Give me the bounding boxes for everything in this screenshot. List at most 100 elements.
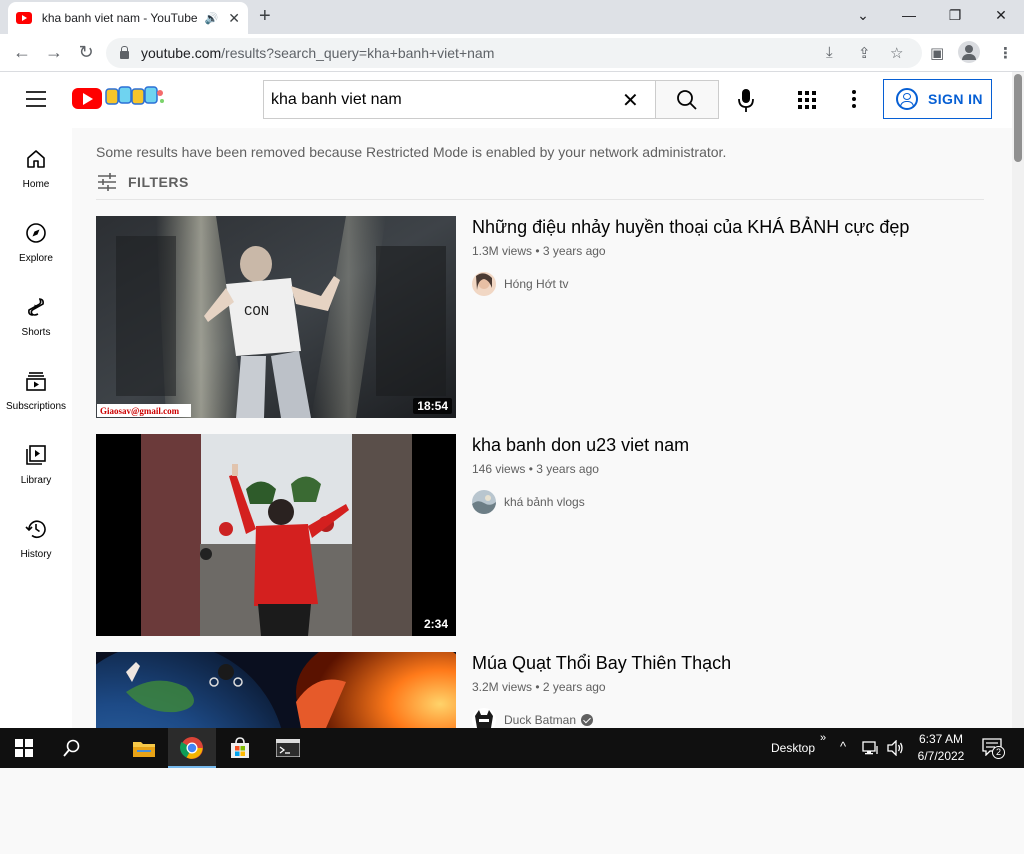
video-thumbnail[interactable]: 2:34: [96, 434, 456, 636]
subscriptions-icon: [26, 372, 46, 391]
action-center-button[interactable]: 2: [982, 738, 1005, 759]
file-explorer-button[interactable]: [120, 728, 168, 768]
video-duration: 2:34: [419, 616, 452, 632]
terminal-taskbar-button[interactable]: [264, 728, 312, 768]
video-title[interactable]: Múa Quạt Thổi Bay Thiên Thạch: [472, 653, 731, 674]
scrollbar-thumb[interactable]: [1014, 74, 1022, 162]
microsoft-store-icon: [231, 737, 249, 758]
bookmark-star-icon[interactable]: ☆: [890, 44, 903, 62]
clock-date: 6/7/2022: [917, 749, 965, 763]
guide-item-label: Subscriptions: [5, 401, 67, 412]
terminal-icon: [276, 739, 300, 757]
close-window-button[interactable]: ✕: [978, 4, 1024, 26]
filters-button[interactable]: FILTERS: [96, 172, 189, 192]
taskbar-search-button[interactable]: [48, 728, 96, 768]
video-title[interactable]: kha banh don u23 viet nam: [472, 435, 689, 456]
account-icon: [896, 88, 918, 110]
browser-tab-bar: kha banh viet nam - YouTube 🔊 ✕ + ⌄ — ❐ …: [0, 0, 1024, 34]
chrome-taskbar-button[interactable]: [168, 728, 216, 768]
video-meta: 3.2M views • 2 years ago: [472, 680, 606, 694]
channel-name[interactable]: khá bảnh vlogs: [504, 495, 585, 509]
microphone-icon[interactable]: [736, 88, 756, 114]
channel-name[interactable]: Duck Batman: [504, 713, 576, 727]
lock-icon: [120, 46, 129, 59]
new-tab-button[interactable]: +: [259, 5, 271, 28]
video-meta: 1.3M views • 3 years ago: [472, 244, 606, 258]
guide-item-label: Explore: [19, 253, 53, 264]
apps-grid-icon[interactable]: [798, 91, 816, 109]
toolbar-expand-icon[interactable]: »: [820, 732, 826, 744]
search-button[interactable]: [655, 80, 719, 119]
guide-sidebar: Home Explore Shorts Subscriptions Librar…: [0, 128, 72, 728]
forward-icon[interactable]: →: [42, 42, 66, 63]
guide-item-explore[interactable]: Explore: [0, 202, 72, 276]
desktop-toolbar-label[interactable]: Desktop: [771, 741, 815, 755]
thumbnail-image: [96, 652, 456, 728]
install-icon[interactable]: ⤓: [826, 44, 833, 61]
guide-item-history[interactable]: History: [0, 498, 72, 572]
history-icon: [25, 520, 46, 539]
guide-item-label: Shorts: [21, 327, 51, 338]
channel-avatar[interactable]: [472, 490, 496, 514]
video-thumbnail[interactable]: CON Giaosav@gmail.com 18:54: [96, 216, 456, 418]
hamburger-menu-icon[interactable]: [26, 91, 46, 107]
profile-avatar[interactable]: [958, 41, 980, 63]
thumbnail-image: [96, 434, 456, 636]
youtube-doodle-logo[interactable]: [104, 84, 166, 110]
minimize-button[interactable]: —: [886, 4, 932, 26]
back-icon[interactable]: ←: [10, 42, 34, 63]
chrome-menu-icon[interactable]: ⋮: [998, 44, 1013, 62]
video-title[interactable]: Những điệu nhảy huyền thoại của KHÁ BẢNH…: [472, 217, 909, 238]
tab-title: kha banh viet nam - YouTube: [41, 11, 198, 25]
guide-item-shorts[interactable]: Shorts: [0, 276, 72, 350]
tab-close-icon[interactable]: ✕: [228, 10, 240, 27]
settings-more-icon[interactable]: [852, 90, 856, 111]
guide-item-label: Home: [22, 179, 50, 190]
guide-item-library[interactable]: Library: [0, 424, 72, 498]
browser-toolbar: ← → ↻ youtube.com/results?search_query=k…: [0, 34, 1024, 72]
verified-badge-icon: [581, 714, 594, 726]
search-input[interactable]: kha banh viet nam: [263, 80, 656, 119]
shorts-icon: [28, 298, 44, 316]
guide-item-home[interactable]: Home: [0, 128, 72, 202]
youtube-logo-icon[interactable]: [72, 88, 102, 109]
windows-taskbar: Desktop » ^ 6:37 AM 6/7/2022 2: [0, 728, 1024, 768]
store-taskbar-button[interactable]: [216, 728, 264, 768]
guide-item-label: Library: [20, 475, 52, 486]
clear-search-icon[interactable]: ✕: [622, 88, 639, 113]
thumbnail-watermark: Giaosav@gmail.com: [100, 406, 180, 416]
channel-name[interactable]: Hóng Hớt tv: [504, 277, 569, 291]
url-path: /results?search_query=kha+banh+viet+nam: [221, 45, 495, 61]
folder-icon: [133, 742, 155, 757]
video-result[interactable]: CON Giaosav@gmail.com 18:54 Những điệu n…: [96, 216, 984, 418]
channel-info[interactable]: khá bảnh vlogs: [472, 490, 585, 514]
video-thumbnail[interactable]: [96, 652, 456, 728]
network-icon[interactable]: [862, 740, 880, 756]
channel-avatar[interactable]: [472, 272, 496, 296]
url-host: youtube.com: [141, 45, 222, 61]
start-button[interactable]: [0, 728, 48, 768]
share-icon[interactable]: ⇪: [858, 44, 871, 62]
sign-in-label: SIGN IN: [928, 91, 983, 107]
clock[interactable]: 6:37 AM 6/7/2022: [916, 732, 966, 763]
thumbnail-image: CON Giaosav@gmail.com: [96, 216, 456, 418]
show-hidden-icons-icon[interactable]: ^: [840, 739, 846, 754]
guide-item-subscriptions[interactable]: Subscriptions: [0, 350, 72, 424]
search-icon: [677, 90, 697, 110]
browser-tab[interactable]: kha banh viet nam - YouTube 🔊 ✕: [8, 2, 248, 34]
channel-info[interactable]: Hóng Hớt tv: [472, 272, 569, 296]
shirt-print: CON: [244, 304, 269, 320]
reload-icon[interactable]: ↻: [74, 42, 98, 63]
tab-search-icon[interactable]: ⌄: [840, 4, 886, 26]
speaker-icon[interactable]: 🔊: [205, 12, 219, 25]
side-panel-icon[interactable]: ▣: [930, 44, 944, 62]
volume-icon[interactable]: [886, 740, 904, 756]
scrollbar[interactable]: [1012, 72, 1024, 728]
video-result[interactable]: 2:34 kha banh don u23 viet nam 146 views…: [96, 434, 984, 636]
address-bar[interactable]: youtube.com/results?search_query=kha+ban…: [106, 38, 922, 68]
sign-in-button[interactable]: SIGN IN: [883, 79, 992, 119]
restore-button[interactable]: ❐: [932, 4, 978, 26]
video-meta: 146 views • 3 years ago: [472, 462, 599, 476]
guide-item-label: History: [20, 549, 52, 560]
windows-logo-icon: [15, 739, 33, 757]
